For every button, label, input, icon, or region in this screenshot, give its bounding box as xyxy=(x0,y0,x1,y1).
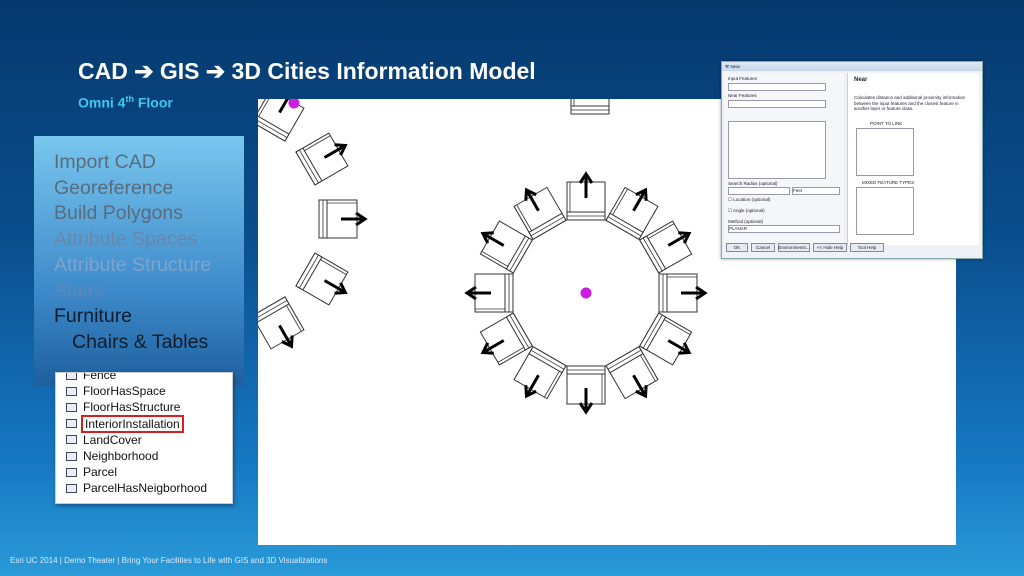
feature-class-icon xyxy=(66,373,77,380)
mixed-feature-types-figure xyxy=(856,187,914,235)
cancel-button[interactable]: Cancel xyxy=(751,243,775,252)
input-features-field[interactable] xyxy=(728,83,826,91)
step-furniture: Furniture xyxy=(54,305,133,328)
near-features-list[interactable] xyxy=(728,121,826,179)
step-build-polygons: Build Polygons xyxy=(54,202,183,225)
ok-button[interactable]: OK xyxy=(726,243,748,252)
near-features-label: Near Features xyxy=(728,93,757,98)
environments-button[interactable]: Environments... xyxy=(778,243,810,252)
hide-help-button[interactable]: << Hide Help xyxy=(813,243,847,252)
chair-symbol xyxy=(570,99,610,115)
tool-help-button[interactable]: Tool Help xyxy=(850,243,884,252)
chair-symbol xyxy=(295,252,349,306)
tool-icon: ⚒ xyxy=(725,63,730,69)
table-icon xyxy=(66,451,77,461)
chair-symbol xyxy=(464,273,514,313)
help-text: Calculates distance and additional proxi… xyxy=(854,95,966,111)
workflow-steps-panel: Import CAD Georeference Build Polygons A… xyxy=(34,136,244,386)
point-feature-class-icon xyxy=(66,419,77,429)
relationship-class-icon xyxy=(66,402,77,412)
units-select[interactable]: Feet xyxy=(792,187,840,195)
chair-symbol xyxy=(605,346,659,400)
layer-item[interactable]: Fence xyxy=(56,373,232,383)
figure-2-title: MIXED FEATURE TYPES xyxy=(862,180,915,185)
near-features-field[interactable] xyxy=(728,100,826,108)
relationship-class-icon xyxy=(66,386,77,396)
search-radius-field[interactable] xyxy=(728,187,790,195)
layer-item-selected[interactable]: InteriorInstallation xyxy=(56,414,232,433)
chair-symbol xyxy=(639,220,693,274)
step-georeference: Georeference xyxy=(54,176,174,199)
search-radius-label: Search Radius (optional) xyxy=(728,181,778,186)
chair-symbol xyxy=(639,312,693,366)
chair-symbol xyxy=(513,186,567,240)
center-point-marker xyxy=(580,287,592,299)
angle-checkbox[interactable]: ☐ Angle (optional) xyxy=(728,208,765,214)
layer-item[interactable]: FloorHasStructure xyxy=(56,399,232,415)
chair-symbol xyxy=(318,199,368,239)
tool-parameters: Input Features Near Features Search Radi… xyxy=(724,73,844,245)
chair-symbol xyxy=(258,99,305,142)
step-attribute-structure: Attribute Structure xyxy=(54,253,212,276)
chair-symbol xyxy=(566,171,606,221)
layer-item[interactable]: ParcelHasNeigborhood xyxy=(56,480,232,496)
figure-1-title: POINT TO LINE xyxy=(870,121,903,126)
method-select[interactable]: PLANAR xyxy=(728,225,840,233)
help-title: Near xyxy=(854,77,868,83)
chair-symbol xyxy=(658,273,708,313)
polygon-feature-class-icon xyxy=(66,435,77,445)
chair-symbol xyxy=(513,346,567,400)
chair-symbol xyxy=(479,312,533,366)
slide-subtitle: Omni 4th Floor xyxy=(78,94,173,111)
layer-list: Fence FloorHasSpace FloorHasStructure In… xyxy=(55,372,233,504)
layer-item[interactable]: Parcel xyxy=(56,464,232,480)
chair-symbol xyxy=(258,296,305,350)
step-import-cad: Import CAD xyxy=(54,151,156,173)
layer-item[interactable]: Neighborhood xyxy=(56,448,232,464)
step-attribute-spaces: Attribute Spaces xyxy=(54,228,198,251)
layer-item[interactable]: LandCover xyxy=(56,432,232,448)
chair-symbol xyxy=(295,132,349,186)
slide-title: CAD ➔ GIS ➔ 3D Cities Information Model xyxy=(78,58,536,84)
input-features-label: Input Features xyxy=(728,76,758,81)
near-tool-dialog: ⚒ Near Input Features Near Features Sear… xyxy=(721,61,983,259)
tool-help-panel: Near Calculates distance and additional … xyxy=(847,73,979,245)
layer-item[interactable]: FloorHasSpace xyxy=(56,383,232,399)
point-to-line-figure xyxy=(856,128,914,176)
relationship-class-icon xyxy=(66,483,77,493)
step-stairs: Stairs xyxy=(54,279,104,302)
polygon-feature-class-icon xyxy=(66,467,77,477)
method-label: Method (optional) xyxy=(728,219,764,224)
dialog-titlebar: ⚒ Near xyxy=(722,62,982,71)
slide-footer: Esri UC 2014 | Demo Theater | Bring Your… xyxy=(10,556,328,565)
chair-symbol xyxy=(566,365,606,415)
chair-symbol xyxy=(479,220,533,274)
location-checkbox[interactable]: ☐ Location (optional) xyxy=(728,197,770,203)
chair-symbol xyxy=(605,186,659,240)
step-chairs-tables: Chairs & Tables xyxy=(72,330,209,353)
